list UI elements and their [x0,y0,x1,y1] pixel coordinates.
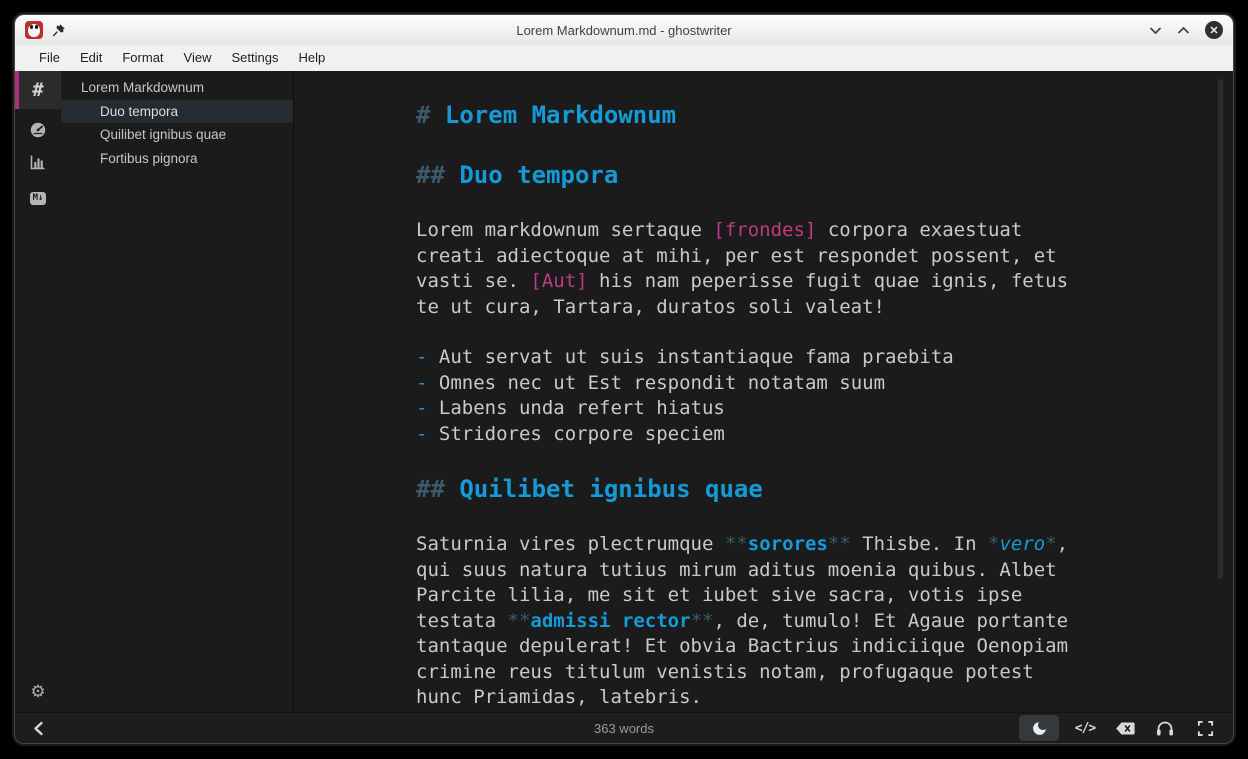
document[interactable]: # Lorem Markdownum ## Duo tempora Lorem ma… [294,71,1233,711]
outline-item[interactable]: Lorem Markdownum [61,76,293,100]
outline-item[interactable]: Quilibet ignibus quae [61,123,293,147]
editor-pane[interactable]: # Lorem Markdownum ## Duo tempora Lorem ma… [293,71,1233,712]
outline-item[interactable]: Duo tempora [61,100,293,124]
title-bar: Lorem Markdownum.md - ghostwriter ✕ [15,15,1233,45]
menu-format[interactable]: Format [112,45,173,71]
dark-mode-toggle[interactable] [1019,715,1059,741]
bar-chart-icon [29,153,47,171]
md-block-ul: - Aut servat ut suis instantiaque fama p… [416,345,1233,447]
menu-file[interactable]: File [29,45,70,71]
code-icon: </> [1075,721,1095,736]
md-block-p: Lorem markdownum sertaque [frondes] corp… [416,218,1233,320]
moon-icon [1031,720,1048,737]
html-preview-toggle[interactable]: </> [1071,715,1099,741]
minimize-button[interactable] [1149,26,1162,35]
hemingway-mode-toggle[interactable] [1111,715,1139,741]
headphones-icon [1156,720,1174,737]
menu-edit[interactable]: Edit [70,45,112,71]
menu-settings[interactable]: Settings [221,45,288,71]
md-block-p: Saturnia vires plectrumque **sorores** T… [416,532,1233,711]
fullscreen-icon [1197,720,1214,737]
hide-sidebar-button[interactable] [33,721,44,736]
app-icon [25,21,43,39]
tab-session-statistics[interactable] [15,115,61,145]
editor-scrollbar[interactable] [1218,79,1223,579]
window-title: Lorem Markdownum.md - ghostwriter [15,23,1233,38]
outline-panel: Lorem MarkdownumDuo temporaQuilibet igni… [61,71,293,712]
close-button[interactable]: ✕ [1205,21,1223,39]
settings-gear-button[interactable]: ⚙ [15,678,61,706]
tab-outline[interactable]: # [15,71,61,109]
maximize-button[interactable] [1177,26,1190,35]
markdown-icon: M↓ [30,192,47,205]
tab-cheat-sheet[interactable]: M↓ [15,183,61,213]
outline-item[interactable]: Fortibus pignora [61,147,293,171]
menu-bar: FileEditFormatViewSettingsHelp [15,45,1233,71]
status-bar: 363 words </> [15,712,1233,743]
menu-help[interactable]: Help [288,45,335,71]
md-block-h1: # Lorem Markdownum [416,101,1233,129]
md-block-h2: ## Duo tempora [416,161,1233,189]
chevron-left-icon [33,721,44,736]
fullscreen-toggle[interactable] [1191,715,1219,741]
gauge-icon [29,121,47,139]
pin-icon [52,23,66,37]
sidebar-tab-strip: # M↓ ⚙ [15,71,61,712]
tab-document-statistics[interactable] [15,147,61,177]
backspace-icon [1115,721,1136,736]
content-area: # M↓ ⚙ Lor [15,71,1233,712]
ghostwriter-window: Lorem Markdownum.md - ghostwriter ✕ File… [14,14,1234,744]
menu-view[interactable]: View [174,45,222,71]
md-block-h2: ## Quilibet ignibus quae [416,475,1233,503]
focus-mode-toggle[interactable] [1151,715,1179,741]
